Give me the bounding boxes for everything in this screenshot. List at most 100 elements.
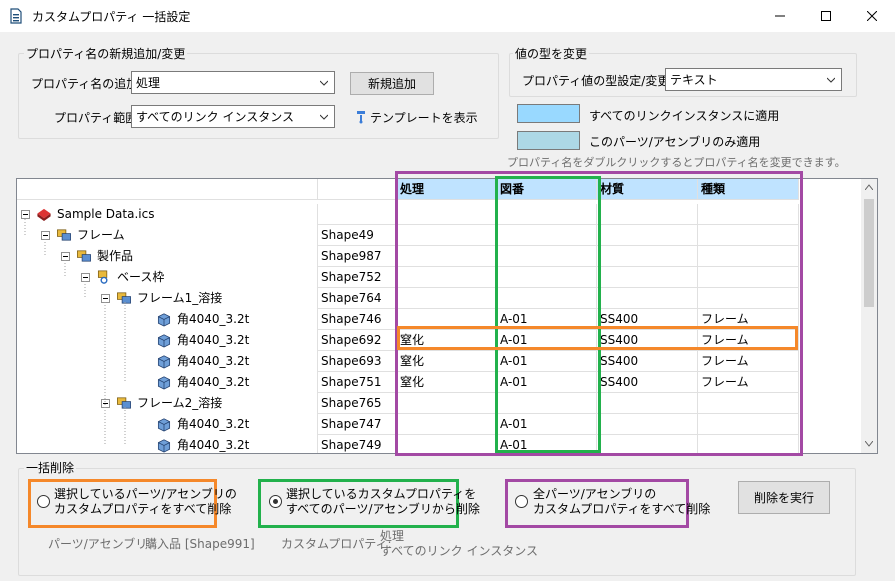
- part-icon: [157, 439, 171, 453]
- vertical-scrollbar[interactable]: [861, 179, 877, 453]
- tree-cell[interactable]: 製作品: [17, 246, 318, 267]
- execute-delete-button[interactable]: 削除を実行: [738, 481, 830, 514]
- tree-cell[interactable]: 角4040_3.2t: [17, 435, 318, 453]
- minimize-button[interactable]: [757, 0, 803, 32]
- option2-label[interactable]: 選択しているカスタムプロパティを すべてのパーツ/アセンブリから削除: [286, 487, 480, 517]
- tree-node-label: 角4040_3.2t: [177, 375, 250, 389]
- minimize-icon: [775, 15, 785, 17]
- column-header-blank: [17, 179, 318, 200]
- add-new-button[interactable]: 新規追加: [350, 72, 434, 95]
- maximize-icon: [821, 11, 831, 21]
- chevron-down-icon: [320, 80, 328, 86]
- bulk-delete-legend: 一括削除: [24, 459, 77, 476]
- shape-cell: Shape747: [318, 414, 397, 435]
- tree-node-label: 製作品: [97, 249, 134, 263]
- scroll-down-icon[interactable]: [865, 441, 873, 447]
- shape-cell: [318, 204, 397, 225]
- option2-line1: 選択しているカスタムプロパティを: [286, 487, 477, 501]
- chevron-down-icon: [827, 77, 835, 83]
- tree-cell[interactable]: 角4040_3.2t: [17, 351, 318, 372]
- shape-cell: Shape693: [318, 351, 397, 372]
- show-template-link[interactable]: テンプレートを表示: [370, 109, 478, 126]
- property-range-value: すべてのリンク インスタンス: [136, 110, 295, 124]
- all-instances-legend-label: すべてのリンクインスタンスに適用: [589, 109, 780, 123]
- option3-line1: 全パーツ/アセンブリの: [533, 487, 657, 501]
- maximize-button[interactable]: [803, 0, 849, 32]
- option1-line2: カスタムプロパティをすべて削除: [54, 502, 232, 516]
- hint-text: プロパティ名をダブルクリックするとプロパティ名を変更できます。: [507, 156, 846, 169]
- property-name-combo[interactable]: 処理: [131, 71, 335, 94]
- collapse-icon[interactable]: [41, 231, 50, 240]
- this-part-swatch: [517, 131, 580, 150]
- document-icon: [10, 8, 22, 24]
- scroll-up-icon[interactable]: [865, 184, 873, 190]
- radio-delete-part-props[interactable]: [37, 495, 50, 508]
- part-icon: [157, 334, 171, 348]
- parts-value: 購入品 [Shape991]: [145, 537, 255, 551]
- assembly-icon: [57, 229, 71, 241]
- option3-line2: カスタムプロパティをすべて削除: [533, 502, 711, 516]
- shape-cell: Shape49: [318, 225, 397, 246]
- all-instances-swatch: [517, 104, 580, 123]
- option1-line1: 選択しているパーツ/アセンブリの: [54, 487, 237, 501]
- tree-cell[interactable]: フレーム: [17, 225, 318, 246]
- option1-label[interactable]: 選択しているパーツ/アセンブリの カスタムプロパティをすべて削除: [54, 487, 237, 517]
- collapse-icon[interactable]: [101, 294, 110, 303]
- collapse-icon[interactable]: [61, 252, 70, 261]
- radio-delete-all-props[interactable]: [515, 495, 528, 508]
- collapse-icon[interactable]: [101, 399, 110, 408]
- property-range-combo[interactable]: すべてのリンク インスタンス: [131, 105, 335, 128]
- tree-cell[interactable]: 角4040_3.2t: [17, 309, 318, 330]
- tree-cell[interactable]: ベース枠: [17, 267, 318, 288]
- radio-delete-selected-prop[interactable]: [269, 495, 282, 508]
- tree-node-label: Sample Data.ics: [57, 207, 155, 221]
- tree-cell[interactable]: 角4040_3.2t: [17, 330, 318, 351]
- assembly-icon: [117, 292, 131, 304]
- shape-cell: Shape746: [318, 309, 397, 330]
- collapse-icon[interactable]: [21, 210, 30, 219]
- custom-prop-label: カスタムプロパティ:: [281, 537, 392, 551]
- shape-cell: Shape765: [318, 393, 397, 414]
- value-type-combo[interactable]: テキスト: [665, 68, 842, 91]
- new-property-legend: プロパティ名の新規追加/変更: [24, 45, 188, 62]
- close-icon: [867, 11, 877, 21]
- parts-label: パーツ/アセンブリ:: [48, 537, 152, 551]
- value-type-label: プロパティ値の型設定/変更: [522, 74, 670, 88]
- option3-label[interactable]: 全パーツ/アセンブリの カスタムプロパティをすべて削除: [533, 487, 710, 517]
- custom-prop-value-range: すべてのリンク インスタンス: [380, 544, 539, 558]
- tree-cell[interactable]: 角4040_3.2t: [17, 414, 318, 435]
- tree-node-label: ベース枠: [117, 270, 165, 284]
- property-range-label: プロパティ範囲: [54, 111, 138, 125]
- this-part-legend-label: このパーツ/アセンブリのみ適用: [589, 135, 761, 149]
- assembly-icon: [117, 397, 131, 409]
- part-icon: [157, 418, 171, 432]
- option2-line2: すべてのパーツ/アセンブリから削除: [286, 502, 480, 516]
- tree-cell[interactable]: フレーム1_溶接: [17, 288, 318, 309]
- collapse-icon[interactable]: [81, 273, 90, 282]
- green-highlight: [495, 176, 601, 453]
- shape-cell: Shape749: [318, 435, 397, 453]
- tree-node-label: 角4040_3.2t: [177, 438, 250, 452]
- tree-cell[interactable]: Sample Data.ics: [17, 204, 318, 225]
- root-document-icon: [37, 208, 51, 222]
- tree-cell[interactable]: フレーム2_溶接: [17, 393, 318, 414]
- add-property-label: プロパティ名の追加: [31, 77, 139, 91]
- tree-node-label: フレーム: [77, 228, 125, 242]
- column-header-blank: [318, 179, 397, 200]
- shape-cell: Shape692: [318, 330, 397, 351]
- window-title: カスタムプロパティ 一括設定: [32, 10, 191, 24]
- scroll-thumb[interactable]: [864, 199, 874, 307]
- linked-assembly-icon: [97, 270, 108, 284]
- tree-node-label: 角4040_3.2t: [177, 417, 250, 431]
- orange-highlight: [397, 326, 798, 350]
- close-button[interactable]: [849, 0, 895, 32]
- part-icon: [157, 313, 171, 327]
- part-icon: [157, 355, 171, 369]
- tree-cell[interactable]: 角4040_3.2t: [17, 372, 318, 393]
- property-name-value: 処理: [136, 76, 161, 90]
- template-link-icon: [357, 111, 365, 124]
- shape-cell: Shape764: [318, 288, 397, 309]
- shape-cell: Shape987: [318, 246, 397, 267]
- tree-node-label: 角4040_3.2t: [177, 354, 250, 368]
- tree-node-label: フレーム2_溶接: [137, 396, 223, 410]
